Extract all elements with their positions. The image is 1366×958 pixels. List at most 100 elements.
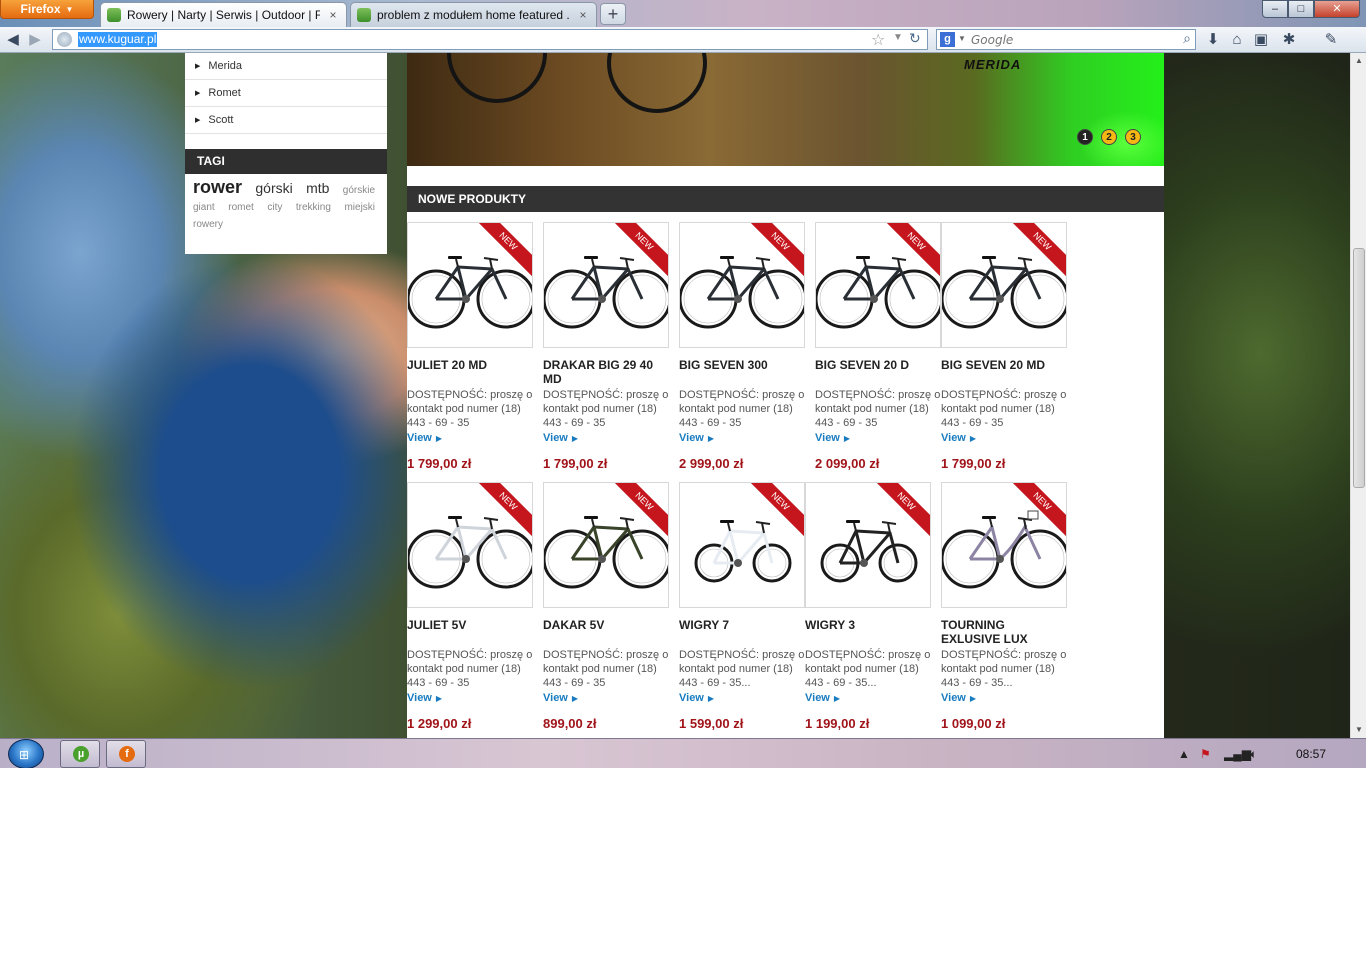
view-link-label: View [543,432,568,444]
search-input[interactable] [971,31,1171,48]
network-signal-icon[interactable]: ▂▄▆ [1224,747,1251,761]
taskbar-clock[interactable]: 08:57 [1296,747,1326,761]
tab-problem-module[interactable]: problem z modułem home featured ... × [350,2,597,27]
scroll-down-icon[interactable]: ▼ [1351,722,1366,738]
product-name[interactable]: DRAKAR BIG 29 40 MD [543,358,669,386]
chevron-down-icon: ▼ [65,4,74,14]
view-link[interactable]: View ▶ [941,692,1067,706]
tag-link[interactable]: mtb [306,180,329,196]
product-name[interactable]: TOURNING EXLUSIVE LUX [941,618,1067,646]
product-name[interactable]: BIG SEVEN 20 MD [941,358,1067,386]
product-image[interactable]: NEW [941,222,1067,348]
download-icon[interactable]: ⬇ [1204,31,1222,49]
scroll-up-icon[interactable]: ▲ [1351,53,1366,69]
merida-logo: MERIDA [964,57,1022,72]
slider-banner[interactable]: MERIDA 1 2 3 [407,53,1164,166]
arrow-right-icon: ▶ [843,434,851,443]
slide-dot-2[interactable]: 2 [1101,129,1117,145]
scrollbar-thumb[interactable] [1353,248,1365,488]
volume-icon[interactable]: 🔈︎ [1250,747,1257,762]
tags-heading: TAGI [185,149,387,174]
google-engine-icon[interactable]: g [940,32,955,47]
slide-dot-3[interactable]: 3 [1125,129,1141,145]
start-button[interactable]: ⊞ [8,739,44,768]
category-item[interactable]: ▶ Romet [185,80,387,107]
view-link[interactable]: View ▶ [407,692,533,706]
product-card: NEW TOURNING EXLUSIVE LUX DOSTĘPNOŚĆ: pros… [941,482,1067,731]
action-center-flag-icon[interactable]: ⚑ [1200,747,1211,761]
chevron-down-icon[interactable]: ▼ [958,34,966,43]
product-image[interactable]: NEW [407,482,533,608]
category-item[interactable]: ▶ Scott [185,107,387,134]
maximize-button[interactable]: □ [1288,0,1314,18]
view-link[interactable]: View ▶ [407,432,533,446]
bookmarks-icon[interactable]: ▣ [1252,31,1270,49]
bookmark-star-icon[interactable]: ☆ [871,30,885,50]
product-image[interactable]: NEW [941,482,1067,608]
minimize-button[interactable]: – [1262,0,1288,18]
home-icon[interactable]: ⌂ [1228,31,1246,49]
search-bar[interactable]: g ▼ ⌕ [936,29,1196,50]
product-name[interactable]: DAKAR 5V [543,618,669,646]
tray-expand-icon[interactable]: ▲ [1178,747,1190,761]
product-image[interactable]: NEW [407,222,533,348]
new-tab-button[interactable]: + [600,3,626,25]
tab-close-icon[interactable]: × [326,8,340,22]
product-image[interactable]: NEW [815,222,941,348]
firefox-menu-button[interactable]: Firefox ▼ [0,0,94,19]
view-link[interactable]: View ▶ [815,432,941,446]
url-input[interactable]: www.kuguar.pl [78,32,158,47]
taskbar-app-utorrent[interactable]: µ [60,740,100,768]
product-availability: DOSTĘPNOŚĆ: proszę o kontakt pod numer (… [805,649,931,689]
tools-icon[interactable]: ✎ [1322,31,1340,49]
tab-kuguar[interactable]: Rowery | Narty | Serwis | Outdoor | Fit.… [100,2,347,27]
product-name[interactable]: JULIET 20 MD [407,358,533,386]
tag-link[interactable]: górski [255,180,292,196]
product-name[interactable]: JULIET 5V [407,618,533,646]
slide-dot-1[interactable]: 1 [1077,129,1093,145]
close-window-button[interactable]: ✕ [1314,0,1360,18]
view-link[interactable]: View ▶ [543,692,669,706]
view-link[interactable]: View ▶ [679,692,805,706]
product-image[interactable]: NEW [805,482,931,608]
product-image[interactable]: NEW [679,482,805,608]
taskbar-app-firefox[interactable]: f [106,740,146,768]
view-link[interactable]: View ▶ [805,692,931,706]
product-image[interactable]: NEW [543,222,669,348]
tag-link[interactable]: giant [193,202,215,213]
vertical-scrollbar[interactable]: ▲ ▼ [1350,53,1366,738]
product-image[interactable]: NEW [543,482,669,608]
product-price: 2 999,00 zł [679,456,744,471]
view-link[interactable]: View ▶ [679,432,805,446]
tag-link[interactable]: romet [228,202,254,213]
category-item[interactable]: ▶ Merida [185,53,387,80]
view-link[interactable]: View ▶ [941,432,1067,446]
product-name[interactable]: WIGRY 3 [805,618,931,646]
tag-link[interactable]: rowery [193,219,223,230]
search-icon[interactable]: ⌕ [1183,30,1191,47]
tag-link[interactable]: rower [193,177,242,197]
product-name[interactable]: BIG SEVEN 20 D [815,358,941,386]
product-image[interactable]: NEW [679,222,805,348]
tag-link[interactable]: city [267,202,282,213]
tag-link[interactable]: trekking [296,202,331,213]
product-price: 1 799,00 zł [941,456,1006,471]
product-availability: DOSTĘPNOŚĆ: proszę o kontakt pod numer (… [941,389,1067,429]
view-link[interactable]: View ▶ [543,432,669,446]
tag-link[interactable]: górskie [343,185,375,196]
forward-arrow-icon[interactable]: ▶ [26,31,44,49]
addon-icon[interactable]: ✱ [1280,31,1298,49]
tab-close-icon[interactable]: × [576,8,590,22]
back-arrow-icon[interactable]: ◀ [4,31,22,49]
reload-icon[interactable]: ↻ [909,30,921,47]
arrow-right-icon: ▶ [435,434,443,443]
product-card: NEW DAKAR 5V DOSTĘPNOŚĆ: proszę o kontakt … [543,482,669,731]
navigation-toolbar: ◀ ▶ www.kuguar.pl ☆ ▼ ↻ g ▼ ⌕ ⬇ ⌂ ▣ ✱ ✎ [0,27,1366,53]
address-bar[interactable]: www.kuguar.pl ☆ ▼ ↻ [52,29,928,50]
product-name[interactable]: BIG SEVEN 300 [679,358,805,386]
chevron-down-icon[interactable]: ▼ [893,32,903,43]
new-badge: NEW [747,483,804,540]
product-name[interactable]: WIGRY 7 [679,618,805,646]
tag-link[interactable]: miejski [344,202,375,213]
category-label: Merida [208,60,243,72]
